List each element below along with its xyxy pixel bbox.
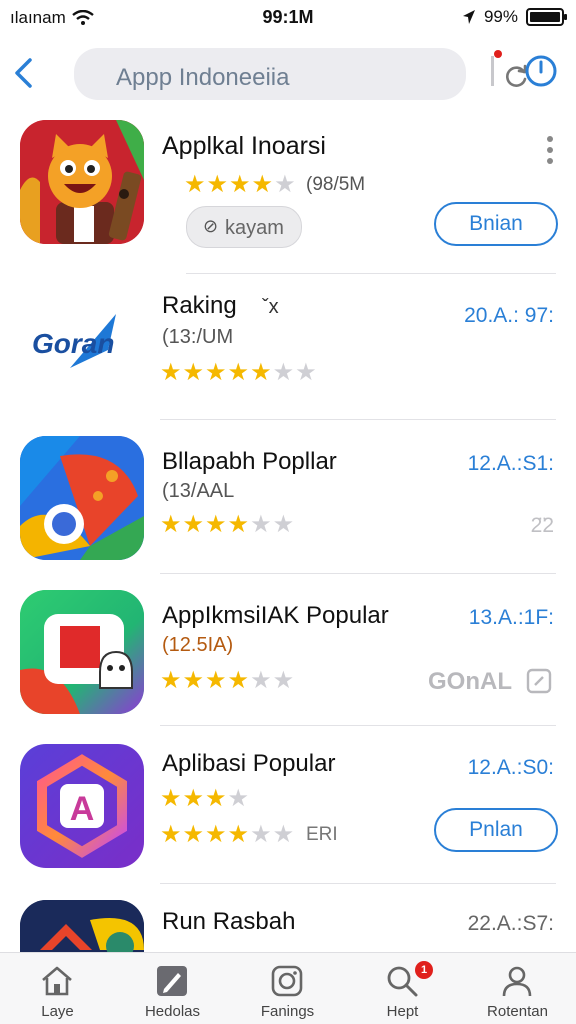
category-chip[interactable]: ⊘ kayam [186, 206, 302, 248]
back-chevron-icon[interactable] [10, 56, 38, 90]
stars-filled: ★★★ [160, 785, 228, 812]
battery-level [530, 12, 560, 22]
app-icon[interactable]: A [20, 744, 144, 868]
list-item[interactable]: Goran Raking ˇx (13:/UM ★★★★★★★ 20.A.: 9… [0, 274, 576, 420]
app-title: Bllapabh Popllar [162, 448, 337, 475]
tab-edit[interactable]: Hedolas [115, 953, 230, 1024]
side-info: 12.A.:S1: [467, 452, 554, 475]
tab-label: Fanings [260, 1003, 315, 1020]
status-bar: ılaınam 99:1M 99% [0, 0, 576, 36]
star-rating: ★★★★★★ [160, 510, 295, 539]
app-icon[interactable] [20, 120, 144, 244]
side-info: 13.A.:1F: [468, 606, 554, 629]
tab-camera[interactable]: Fanings [230, 953, 345, 1024]
list-item[interactable]: Applkal Inoarsi ★★★★★ (98/5M ⊘ kayam Bni… [0, 118, 576, 274]
stars-filled: ★★★★ [160, 821, 251, 848]
app-logo[interactable]: Goran [20, 310, 144, 370]
notification-badge: 1 [415, 961, 433, 979]
side-info: 22.A.:S7: [467, 912, 554, 935]
app-title: Raking [162, 292, 237, 319]
tab-label: Hept [386, 1003, 419, 1020]
app-icon[interactable] [20, 436, 144, 560]
app-graphic-icon [20, 900, 144, 952]
list-item[interactable]: AppIkmsiIAK Popular (12.5IA) ★★★★★★ 13.A… [0, 574, 576, 726]
stars-empty: ★ [274, 171, 297, 198]
action-box-icon[interactable] [526, 668, 552, 694]
search-field[interactable]: Appp Indoneeiia [74, 48, 527, 100]
stars-empty: ★★ [250, 511, 296, 538]
tab-bar: Laye Hedolas Fanings 1 Hept Rotentan [0, 952, 576, 1024]
status-right: 99% [462, 7, 567, 27]
tab-profile[interactable]: Rotentan [460, 953, 575, 1024]
edit-icon [157, 966, 187, 996]
side-info: 12.A.:S0: [467, 756, 554, 779]
title-suffix: ˇx [262, 296, 279, 318]
stars-empty: ★★ [272, 359, 318, 386]
rating-suffix: ERI [306, 824, 338, 845]
app-title: AppIkmsiIAK Popular [162, 602, 389, 629]
star-rating: ★★★★★★ [160, 820, 295, 849]
star-rating: ★★★★★★ [160, 666, 295, 695]
stars-filled: ★★★★ [184, 171, 275, 198]
stars-empty: ★ [227, 785, 251, 812]
tab-label: Laye [41, 1003, 74, 1020]
app-title: Run Rasbah [162, 908, 296, 935]
tab-search[interactable]: 1 Hept [345, 953, 460, 1024]
side-sub: GOnAL [428, 668, 512, 695]
app-subtitle: (13:/UM [162, 326, 234, 348]
chip-icon: ⊘ [203, 216, 219, 236]
app-icon[interactable] [20, 590, 144, 714]
svg-text:A: A [70, 790, 95, 828]
battery-percent: 99% [483, 7, 518, 26]
stars-filled: ★★★★ [160, 511, 251, 538]
star-rating: ★★★★★★★ [160, 358, 318, 387]
chip-label: kayam [225, 217, 284, 239]
app-title: Aplibasi Popular [162, 750, 336, 777]
tab-label: Hedolas [144, 1003, 201, 1020]
app-icon[interactable] [20, 900, 144, 952]
camera-icon [271, 965, 303, 997]
more-dots-icon[interactable] [546, 136, 554, 169]
home-icon [42, 966, 72, 996]
stars-filled: ★★★★★ [160, 359, 273, 386]
tab-label: Rotentan [487, 1003, 548, 1020]
logo-text: Goran [32, 328, 115, 359]
rating-count: (98/5M [306, 174, 366, 195]
notification-dot [494, 50, 502, 58]
battery-icon [526, 8, 567, 26]
header-divider [491, 56, 494, 86]
star-rating: ★★★★★ [184, 170, 297, 199]
app-graphic-icon: A [20, 744, 144, 868]
star-rating-top: ★★★★ [160, 784, 250, 813]
list-item[interactable]: A Aplibasi Popular ★★★★ ★★★★★★ ERI 12.A.… [0, 726, 576, 884]
search-text: Appp Indoneeiia [116, 64, 290, 91]
location-arrow-icon [462, 10, 475, 24]
tab-home[interactable]: Laye [0, 953, 115, 1024]
app-subtitle: (13/AAL [162, 480, 235, 502]
stars-empty: ★★ [250, 821, 296, 848]
get-button[interactable]: Bnian [434, 202, 558, 246]
app-graphic-icon [20, 590, 144, 714]
stars-filled: ★★★★ [160, 667, 251, 694]
list-item[interactable]: Run Rasbah 22.A.:S7: [0, 884, 576, 952]
mascot-icon [20, 120, 144, 244]
power-icon[interactable] [524, 54, 558, 88]
list-item[interactable]: Bllapabh Popllar (13/AAL ★★★★★★ 12.A.:S1… [0, 420, 576, 574]
header: Appp Indoneeiia [0, 44, 576, 104]
person-icon [502, 966, 532, 997]
side-sub: 2̈2 [530, 514, 554, 537]
stars-empty: ★★ [250, 667, 296, 694]
get-button[interactable]: Pnlan [434, 808, 558, 852]
app-subtitle: (12.5IA) [162, 634, 234, 656]
app-graphic-icon [20, 436, 144, 560]
app-title: Applkal Inoarsi [162, 132, 326, 160]
side-info: 20.A.: 97: [464, 304, 554, 327]
